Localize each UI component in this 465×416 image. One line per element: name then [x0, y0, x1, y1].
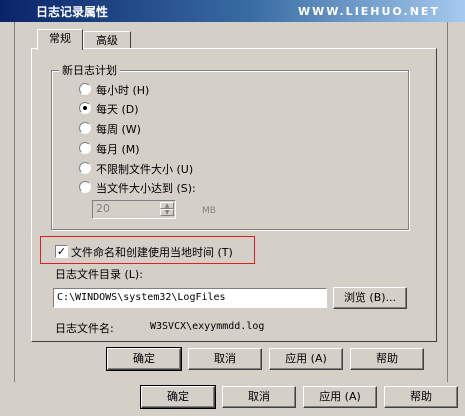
log-dir-input[interactable]: C:\WINDOWS\system32\LogFiles — [53, 288, 327, 308]
highlight-box — [40, 236, 255, 264]
outer-apply-button[interactable]: 应用 (A) — [303, 386, 377, 408]
radio-hourly[interactable] — [79, 83, 91, 95]
radio-size-limit-label[interactable]: 当文件大小达到 (S): — [96, 180, 196, 196]
schedule-group-title: 新日志计划 — [59, 62, 120, 78]
radio-monthly[interactable] — [79, 142, 91, 154]
inner-cancel-button[interactable]: 取消 — [188, 348, 262, 370]
inner-apply-button[interactable]: 应用 (A) — [269, 348, 343, 370]
radio-daily[interactable] — [79, 102, 91, 114]
size-unit: MB — [202, 206, 216, 216]
radio-weekly[interactable] — [79, 122, 91, 134]
outer-help-button[interactable]: 帮助 — [384, 386, 458, 408]
outer-cancel-button[interactable]: 取消 — [222, 386, 296, 408]
spin-down-icon[interactable]: ▼ — [160, 209, 174, 216]
radio-selected-dot-icon — [83, 106, 87, 110]
radio-daily-label[interactable]: 每天 (D) — [96, 101, 139, 117]
size-spinbox[interactable]: 20 ▲ ▼ — [92, 200, 176, 219]
radio-weekly-label[interactable]: 每周 (W) — [96, 121, 141, 137]
spin-up-icon[interactable]: ▲ — [160, 202, 174, 209]
browse-button[interactable]: 浏览 (B)... — [333, 287, 407, 309]
size-value: 20 — [96, 202, 110, 215]
outer-ok-button[interactable]: 确定 — [140, 385, 216, 409]
log-dir-label: 日志文件目录 (L): — [55, 268, 143, 281]
parent-dialog-edge-left — [14, 22, 15, 382]
radio-hourly-label[interactable]: 每小时 (H) — [96, 82, 149, 98]
radio-unlimited-size-label[interactable]: 不限制文件大小 (U) — [96, 161, 193, 177]
inner-help-button[interactable]: 帮助 — [350, 348, 424, 370]
window-title: 日志记录属性 — [36, 5, 109, 19]
inner-ok-button[interactable]: 确定 — [106, 347, 182, 371]
log-name-value: W3SVCX\exyymmdd.log — [150, 321, 265, 332]
watermark: WWW.LIEHUO.NET — [298, 5, 440, 18]
parent-dialog-edge-right — [447, 22, 448, 382]
radio-size-limit[interactable] — [79, 181, 91, 193]
tab-advanced[interactable]: 高级 — [83, 31, 131, 49]
radio-monthly-label[interactable]: 每月 (M) — [96, 141, 140, 157]
tab-general[interactable]: 常规 — [37, 29, 83, 50]
log-name-label: 日志文件名: — [55, 322, 114, 335]
radio-unlimited-size[interactable] — [79, 162, 91, 174]
